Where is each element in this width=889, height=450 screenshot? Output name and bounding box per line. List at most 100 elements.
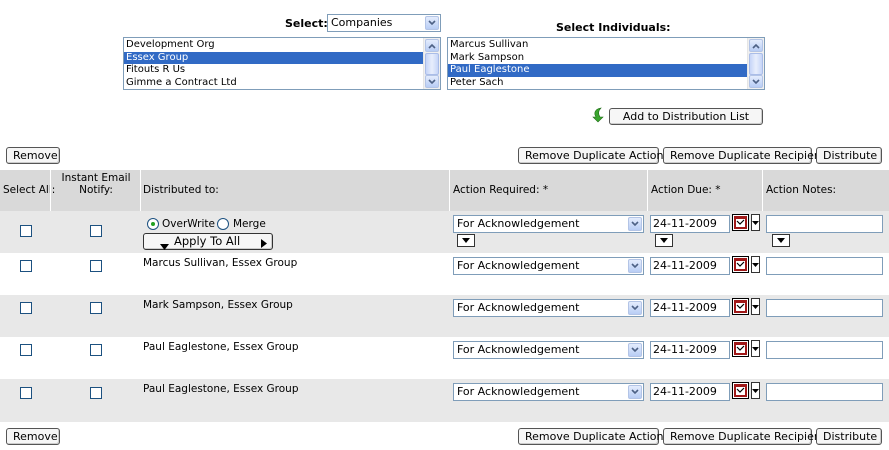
- calendar-icon[interactable]: [732, 298, 749, 315]
- action-required-select[interactable]: For Acknowledgement: [453, 341, 644, 359]
- add-to-distribution-button[interactable]: Add to Distribution List: [609, 108, 763, 125]
- row-select-checkbox[interactable]: [20, 387, 32, 399]
- remove-duplicate-recipients-button-bottom[interactable]: Remove Duplicate Recipients: [663, 428, 831, 445]
- row-instant-email-checkbox[interactable]: [90, 260, 102, 272]
- list-option[interactable]: Mark Sampson: [448, 52, 764, 65]
- date-dropdown[interactable]: [751, 256, 760, 273]
- remove-duplicate-actions-button-top[interactable]: Remove Duplicate Actions: [518, 147, 669, 164]
- chevron-down-icon: [628, 385, 642, 399]
- table-row: Marcus Sullivan, Essex Group For Acknowl…: [0, 253, 889, 295]
- select-all-header: Select All:: [3, 184, 56, 196]
- action-required-select[interactable]: For Acknowledgement: [453, 257, 644, 275]
- list-option[interactable]: Peter Sach: [448, 77, 764, 90]
- caret-right-icon: [261, 237, 267, 252]
- chevron-down-icon: [425, 16, 439, 30]
- scroll-up-icon[interactable]: [425, 39, 439, 52]
- apply-all-row: OverWrite Merge Apply To All For Acknowl…: [0, 211, 889, 253]
- action-notes-input[interactable]: [766, 257, 883, 275]
- row-instant-email-checkbox[interactable]: [90, 302, 102, 314]
- list-option[interactable]: Development Org: [124, 39, 440, 52]
- scroll-thumb[interactable]: [749, 53, 763, 75]
- remove-button-top[interactable]: Remove: [6, 147, 60, 164]
- calendar-icon[interactable]: [732, 340, 749, 357]
- action-due-input[interactable]: 24-11-2009: [650, 257, 730, 275]
- calendar-icon[interactable]: [732, 214, 749, 231]
- apply-action-notes-dropdown[interactable]: [772, 234, 790, 247]
- action-due-header: Action Due: *: [651, 184, 721, 196]
- select-type-dropdown[interactable]: Companies: [327, 14, 441, 32]
- apply-action-required-select[interactable]: For Acknowledgement: [453, 215, 644, 233]
- companies-listbox[interactable]: Development Org Essex Group Fitouts R Us Gi…: [123, 37, 441, 90]
- list-option[interactable]: Essex Group: [124, 51, 440, 64]
- remove-button-bottom[interactable]: Remove: [6, 428, 60, 445]
- action-required-value: For Acknowledgement: [457, 385, 580, 398]
- apply-to-all-label: Apply To All: [174, 234, 241, 248]
- row-instant-email-checkbox[interactable]: [90, 387, 102, 399]
- apply-action-due-input[interactable]: 24-11-2009: [650, 215, 730, 233]
- apply-date-dropdown[interactable]: [751, 214, 760, 231]
- select-all-checkbox[interactable]: [20, 225, 32, 237]
- recipient-name: Mark Sampson, Essex Group: [143, 299, 293, 311]
- action-required-value: For Acknowledgement: [457, 259, 580, 272]
- overwrite-label: OverWrite: [162, 218, 215, 230]
- remove-duplicate-recipients-button-top[interactable]: Remove Duplicate Recipients: [663, 147, 831, 164]
- action-due-input[interactable]: 24-11-2009: [650, 383, 730, 401]
- list-option[interactable]: Fitouts R Us: [124, 64, 440, 77]
- action-notes-input[interactable]: [766, 383, 883, 401]
- individuals-scrollbar[interactable]: [747, 38, 764, 89]
- chevron-down-icon: [628, 259, 642, 273]
- distribute-button-bottom[interactable]: Distribute: [816, 428, 882, 445]
- date-dropdown[interactable]: [751, 298, 760, 315]
- apply-action-notes-input[interactable]: [766, 215, 883, 233]
- action-notes-input[interactable]: [766, 341, 883, 359]
- row-select-checkbox[interactable]: [20, 260, 32, 272]
- action-required-select[interactable]: For Acknowledgement: [453, 299, 644, 317]
- select-type-value: Companies: [331, 16, 393, 29]
- companies-scrollbar[interactable]: [423, 38, 440, 89]
- recipient-name: Paul Eaglestone, Essex Group: [143, 383, 299, 395]
- remove-duplicate-actions-button-bottom[interactable]: Remove Duplicate Actions: [518, 428, 669, 445]
- scroll-thumb[interactable]: [425, 53, 439, 75]
- chevron-down-icon: [628, 343, 642, 357]
- distribute-button-top[interactable]: Distribute: [816, 147, 882, 164]
- table-row: Paul Eaglestone, Essex Group For Acknowl…: [0, 337, 889, 379]
- scroll-down-icon[interactable]: [425, 75, 439, 88]
- action-notes-input[interactable]: [766, 299, 883, 317]
- apply-to-all-button[interactable]: Apply To All: [143, 233, 273, 250]
- list-option[interactable]: Gimme a Contract Ltd: [124, 77, 440, 90]
- chevron-down-icon: [628, 217, 642, 231]
- scroll-up-icon[interactable]: [749, 39, 763, 52]
- add-arrow-icon: [590, 107, 606, 123]
- instant-email-all-checkbox[interactable]: [90, 225, 102, 237]
- action-required-header: Action Required: *: [453, 184, 549, 196]
- action-required-value: For Acknowledgement: [457, 301, 580, 314]
- merge-radio[interactable]: [217, 218, 229, 230]
- action-required-value: For Acknowledgement: [457, 343, 580, 356]
- apply-action-due-dropdown[interactable]: [655, 234, 673, 247]
- instant-email-header: Instant Email Notify:: [61, 172, 131, 196]
- select-type-label: Select:: [285, 17, 328, 30]
- chevron-down-icon: [628, 301, 642, 315]
- date-dropdown[interactable]: [751, 382, 760, 399]
- individuals-listbox[interactable]: Marcus Sullivan Mark Sampson Paul Eaglesto…: [447, 37, 765, 90]
- recipient-name: Paul Eaglestone, Essex Group: [143, 341, 299, 353]
- apply-action-required-value: For Acknowledgement: [457, 217, 580, 230]
- calendar-icon[interactable]: [732, 382, 749, 399]
- action-due-input[interactable]: 24-11-2009: [650, 341, 730, 359]
- calendar-icon[interactable]: [732, 256, 749, 273]
- merge-label: Merge: [233, 218, 266, 230]
- overwrite-radio[interactable]: [147, 218, 159, 230]
- scroll-down-icon[interactable]: [749, 75, 763, 88]
- row-select-checkbox[interactable]: [20, 302, 32, 314]
- action-required-select[interactable]: For Acknowledgement: [453, 383, 644, 401]
- table-row: Paul Eaglestone, Essex Group For Acknowl…: [0, 379, 889, 422]
- row-select-checkbox[interactable]: [20, 344, 32, 356]
- action-due-input[interactable]: 24-11-2009: [650, 299, 730, 317]
- list-option[interactable]: Marcus Sullivan: [448, 39, 764, 52]
- row-instant-email-checkbox[interactable]: [90, 344, 102, 356]
- list-option[interactable]: Paul Eaglestone: [448, 64, 764, 77]
- apply-action-required-dropdown[interactable]: [457, 234, 475, 247]
- recipient-name: Marcus Sullivan, Essex Group: [143, 257, 298, 269]
- date-dropdown[interactable]: [751, 340, 760, 357]
- caret-down-icon: [160, 239, 169, 254]
